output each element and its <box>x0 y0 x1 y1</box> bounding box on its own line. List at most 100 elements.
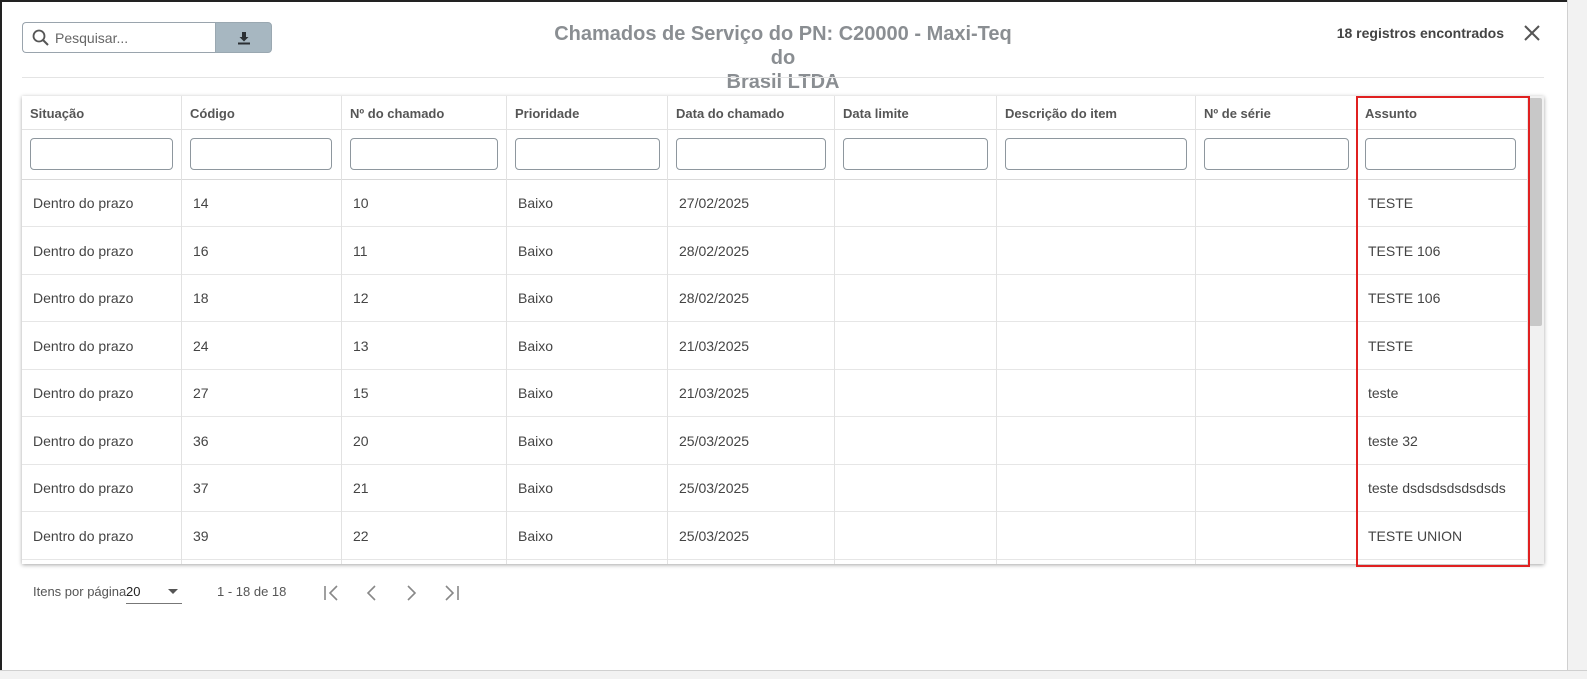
filter-input-numero-serie[interactable] <box>1204 138 1349 170</box>
filter-input-data-limite[interactable] <box>843 138 988 170</box>
table-cell[interactable]: 21/03/2025 <box>668 323 834 370</box>
table-cell[interactable] <box>1196 180 1356 227</box>
table-cell[interactable] <box>997 418 1195 465</box>
table-cell[interactable]: 12 <box>342 275 506 322</box>
table-cell[interactable]: Dentro do prazo <box>22 323 181 370</box>
column-header-numero-serie[interactable]: Nº de série <box>1196 96 1356 130</box>
filter-input-codigo[interactable] <box>190 138 332 170</box>
table-cell[interactable]: 39 <box>182 513 341 560</box>
table-cell[interactable]: 28/02/2025 <box>668 228 834 275</box>
table-cell[interactable]: 11 <box>342 228 506 275</box>
scrollbar-thumb[interactable] <box>1529 98 1542 326</box>
download-button[interactable] <box>215 22 272 53</box>
table-cell[interactable] <box>1196 275 1356 322</box>
table-cell[interactable] <box>1196 370 1356 417</box>
table-cell[interactable]: TESTE UNION <box>1357 513 1527 560</box>
column-header-numero-chamado[interactable]: Nº do chamado <box>342 96 506 130</box>
table-cell[interactable]: 16 <box>182 228 341 275</box>
search-input[interactable] <box>55 29 205 46</box>
table-cell[interactable] <box>997 228 1195 275</box>
table-cell[interactable]: 21 <box>342 465 506 512</box>
table-cell[interactable] <box>835 513 996 560</box>
table-cell[interactable]: 36 <box>182 418 341 465</box>
table-cell[interactable]: Baixo <box>507 228 667 275</box>
last-page-button[interactable] <box>439 582 463 604</box>
table-cell[interactable] <box>835 465 996 512</box>
column-header-prioridade[interactable]: Prioridade <box>507 96 667 130</box>
table-cell[interactable]: 27/02/2025 <box>668 180 834 227</box>
table-cell[interactable] <box>997 180 1195 227</box>
filter-input-data-chamado[interactable] <box>676 138 826 170</box>
table-cell[interactable]: 10 <box>342 180 506 227</box>
table-cell[interactable]: Dentro do prazo <box>22 418 181 465</box>
filter-input-numero-chamado[interactable] <box>350 138 498 170</box>
table-cell[interactable]: TESTE 106 <box>1357 275 1527 322</box>
table-cell[interactable] <box>835 228 996 275</box>
table-cell[interactable]: Dentro do prazo <box>22 180 181 227</box>
table-cell[interactable]: 20 <box>342 418 506 465</box>
filter-input-descricao-item[interactable] <box>1005 138 1187 170</box>
table-cell[interactable] <box>1196 228 1356 275</box>
page-size-select[interactable]: 20 <box>126 582 182 604</box>
next-page-button[interactable] <box>399 582 423 604</box>
table-cell[interactable]: 15 <box>342 370 506 417</box>
column-header-data-limite[interactable]: Data limite <box>835 96 996 130</box>
table-cell[interactable] <box>997 370 1195 417</box>
table-cell[interactable]: Baixo <box>507 323 667 370</box>
table-cell[interactable]: 27 <box>182 370 341 417</box>
table-cell[interactable] <box>835 275 996 322</box>
table-cell[interactable]: Dentro do prazo <box>22 513 181 560</box>
previous-page-button[interactable] <box>360 582 384 604</box>
table-cell[interactable]: teste <box>1357 370 1527 417</box>
table-cell[interactable]: TESTE <box>1357 180 1527 227</box>
table-cell[interactable]: 18 <box>182 275 341 322</box>
table-cell[interactable]: Dentro do prazo <box>22 275 181 322</box>
table-cell[interactable]: Baixo <box>507 513 667 560</box>
table-cell[interactable] <box>997 513 1195 560</box>
table-cell[interactable]: Dentro do prazo <box>22 465 181 512</box>
table-cell[interactable]: Dentro do prazo <box>22 228 181 275</box>
table-cell[interactable] <box>997 323 1195 370</box>
table-cell[interactable]: TESTE <box>1357 323 1527 370</box>
table-cell[interactable] <box>997 275 1195 322</box>
table-cell[interactable]: teste 32 <box>1357 418 1527 465</box>
first-page-button[interactable] <box>320 582 344 604</box>
table-cell[interactable]: 14 <box>182 180 341 227</box>
table-cell[interactable] <box>835 323 996 370</box>
table-cell[interactable]: TESTE 106 <box>1357 228 1527 275</box>
table-cell[interactable] <box>1196 418 1356 465</box>
table-cell[interactable]: 28/02/2025 <box>668 275 834 322</box>
table-scrollbar[interactable] <box>1527 96 1544 564</box>
table-cell[interactable]: Dentro do prazo <box>22 370 181 417</box>
table-cell[interactable] <box>1196 513 1356 560</box>
filter-input-assunto[interactable] <box>1365 138 1516 170</box>
search-field[interactable] <box>22 22 216 53</box>
table-cell[interactable]: 21/03/2025 <box>668 370 834 417</box>
table-cell[interactable]: Baixo <box>507 465 667 512</box>
table-cell[interactable]: 22 <box>342 513 506 560</box>
table-cell[interactable]: 37 <box>182 465 341 512</box>
table-cell[interactable]: 13 <box>342 323 506 370</box>
column-header-assunto[interactable]: Assunto <box>1357 96 1527 130</box>
column-header-data-chamado[interactable]: Data do chamado <box>668 96 834 130</box>
table-cell[interactable] <box>997 465 1195 512</box>
table-cell[interactable] <box>835 418 996 465</box>
table-cell[interactable]: Baixo <box>507 180 667 227</box>
column-header-codigo[interactable]: Código <box>182 96 341 130</box>
filter-input-situacao[interactable] <box>30 138 173 170</box>
table-cell[interactable]: 25/03/2025 <box>668 418 834 465</box>
table-cell[interactable]: 25/03/2025 <box>668 465 834 512</box>
table-cell[interactable]: teste dsdsdsdsdsdsds <box>1357 465 1527 512</box>
table-cell[interactable]: 24 <box>182 323 341 370</box>
table-cell[interactable]: Baixo <box>507 275 667 322</box>
column-header-situacao[interactable]: Situação <box>22 96 181 130</box>
table-cell[interactable] <box>1196 465 1356 512</box>
table-cell[interactable]: Baixo <box>507 370 667 417</box>
table-cell[interactable] <box>835 370 996 417</box>
column-header-descricao-item[interactable]: Descrição do item <box>997 96 1195 130</box>
table-cell[interactable] <box>835 180 996 227</box>
filter-input-prioridade[interactable] <box>515 138 660 170</box>
table-cell[interactable] <box>1196 323 1356 370</box>
close-button[interactable] <box>1520 21 1544 45</box>
table-cell[interactable]: 25/03/2025 <box>668 513 834 560</box>
